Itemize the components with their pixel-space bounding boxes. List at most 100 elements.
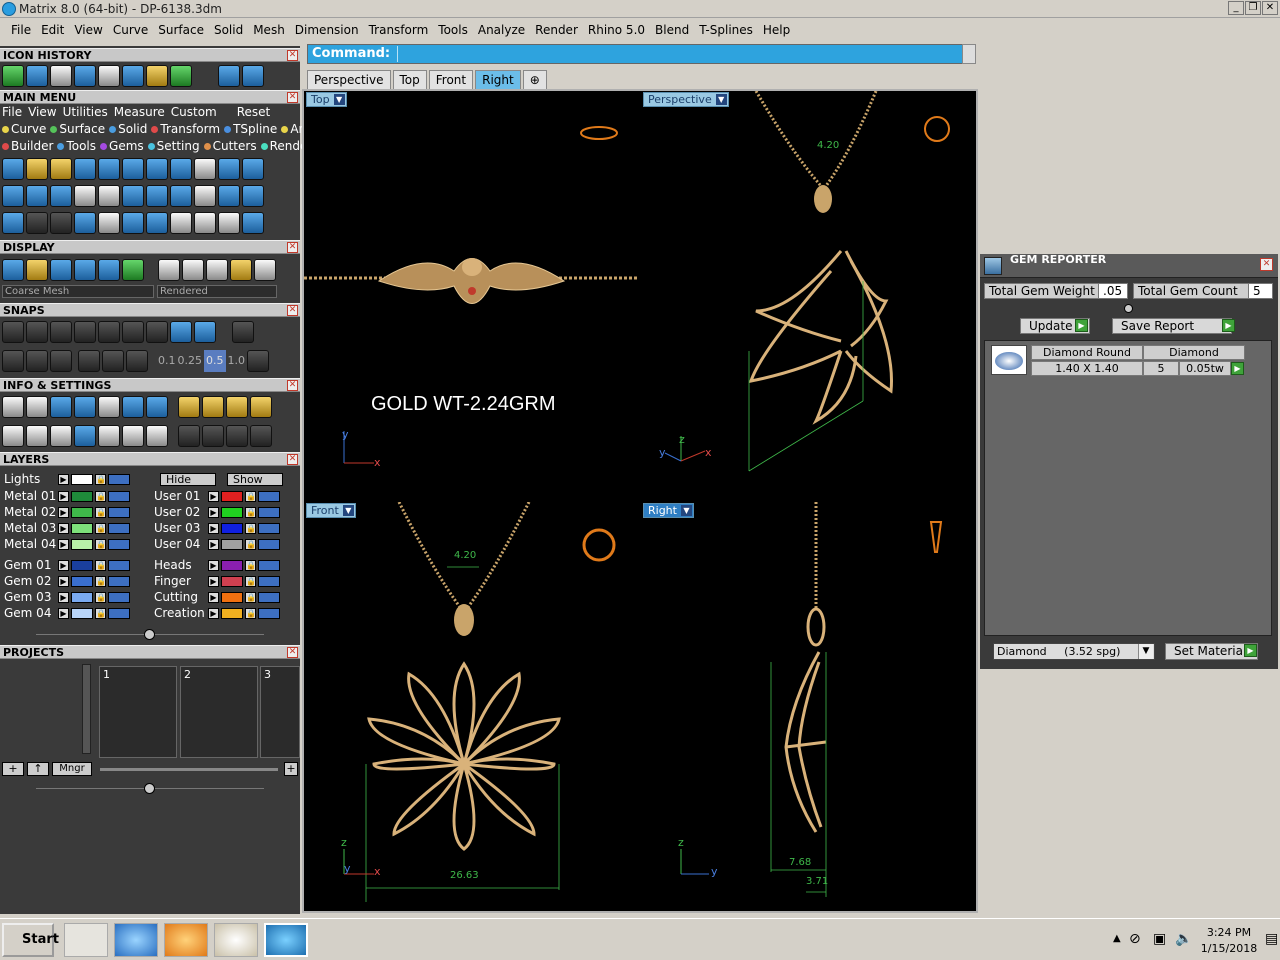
grid-icon[interactable] [2,65,24,87]
snap-icon[interactable] [78,350,100,372]
tool-icon[interactable] [218,158,240,180]
viewport-right[interactable]: Right ▼ 7.68 3.71 z y [641,502,976,911]
tool-icon[interactable] [194,185,216,207]
layer-cutting[interactable]: Cutting ▶ 🔒 [154,590,280,604]
start-button[interactable]: Start [2,923,59,957]
tool-icon[interactable] [74,185,96,207]
filter-icon[interactable] [98,425,120,447]
material-icon[interactable] [206,259,228,281]
tool-icon[interactable] [2,212,24,234]
category-transform[interactable]: Transform [151,122,220,136]
add-project-button[interactable]: + [2,762,24,776]
layer-user-03[interactable]: User 03 ▶ 🔒 [154,521,280,535]
snap-icon[interactable] [170,321,192,343]
expand-icon[interactable]: ▶ [58,522,69,534]
grid-snap-icon[interactable] [2,350,24,372]
viewport-perspective[interactable]: Perspective ▼ 4.20 z x y [641,91,976,500]
main-menu-utilities[interactable]: Utilities [63,105,108,119]
layer-color-swatch[interactable] [221,506,243,518]
visibility-toggle[interactable] [108,575,130,587]
viewport-label[interactable]: Right ▼ [643,503,694,518]
add-tab-button[interactable]: ⊕ [522,70,547,89]
info-icon[interactable] [250,425,272,447]
gem-round-thumbnail[interactable] [991,345,1027,375]
chevron-down-icon[interactable]: ▼ [715,94,727,105]
import-icon[interactable] [122,65,144,87]
viewport-label[interactable]: Front ▼ [306,503,356,518]
info-icon[interactable] [122,425,144,447]
move-icon[interactable] [98,212,120,234]
info-icon[interactable] [50,396,72,418]
matrix-app-icon[interactable] [264,923,308,957]
settings-icon[interactable] [2,396,24,418]
layer-color-swatch[interactable] [221,538,243,550]
lock-icon[interactable]: 🔒 [95,522,106,534]
info-icon[interactable] [74,425,96,447]
info-icon[interactable] [250,396,272,418]
tab-perspective[interactable]: Perspective [307,70,391,89]
maximize-button[interactable]: ❐ [1245,1,1261,15]
tool-icon[interactable] [98,158,120,180]
paint-icon[interactable] [214,923,258,957]
info-icon[interactable] [226,425,248,447]
visibility-toggle[interactable] [258,559,280,571]
axis-icon[interactable] [26,65,48,87]
snap-value-0.5[interactable]: 0.5 [204,350,226,372]
tool-icon[interactable] [122,158,144,180]
menu-analyze[interactable]: Analyze [473,23,530,37]
chevron-down-icon[interactable]: ▼ [680,505,692,516]
layer-metal-02[interactable]: Metal 02 ▶ 🔒 [4,505,130,519]
media-player-icon[interactable] [164,923,208,957]
show-desktop-icon[interactable]: ▤ [1265,931,1278,947]
layer-color-swatch[interactable] [221,591,243,603]
category-tools[interactable]: Tools [57,139,96,153]
snap-icon[interactable] [232,321,254,343]
menu-curve[interactable]: Curve [108,23,153,37]
layer-metal-01[interactable]: Metal 01 ▶ 🔒 [4,489,130,503]
lock-icon[interactable]: 🔒 [95,506,106,518]
close-icon[interactable]: ✕ [287,92,298,103]
expand-icon[interactable]: ▶ [58,473,69,485]
close-icon[interactable]: ✕ [287,380,298,391]
tool-icon[interactable] [122,185,144,207]
gem-icon[interactable] [26,185,48,207]
open-folder-icon[interactable] [146,65,168,87]
chevron-down-icon[interactable]: ▼ [1138,644,1153,659]
snap-icon[interactable] [126,350,148,372]
menu-mesh[interactable]: Mesh [248,23,290,37]
category-curve[interactable]: Curve [2,122,46,136]
tab-front[interactable]: Front [428,70,474,89]
chevron-down-icon[interactable]: ▼ [333,94,345,105]
lock-icon[interactable]: 🔒 [95,538,106,550]
material-icon[interactable] [254,259,276,281]
layer-color-swatch[interactable] [221,559,243,571]
lock-icon[interactable]: 🔒 [245,575,256,587]
info-icon[interactable] [2,425,24,447]
snap-icon[interactable] [26,350,48,372]
visibility-toggle[interactable] [108,591,130,603]
layer-metal-03[interactable]: Metal 03 ▶ 🔒 [4,521,130,535]
tool-icon[interactable] [170,212,192,234]
command-input[interactable] [396,45,957,62]
project-slot-3[interactable]: 3 [260,666,300,758]
tool-icon[interactable] [146,212,168,234]
snap-icon[interactable] [194,321,216,343]
expand-icon[interactable]: ▶ [208,490,219,502]
visibility-toggle[interactable] [258,538,280,550]
material-icon[interactable] [182,259,204,281]
expand-icon[interactable]: ▶ [208,522,219,534]
tab-right[interactable]: Right [475,70,521,89]
layer-color-swatch[interactable] [71,559,93,571]
viewport-label[interactable]: Perspective ▼ [643,92,729,107]
layer-color-swatch[interactable] [221,575,243,587]
snap-icon[interactable] [50,321,72,343]
expand-icon[interactable]: ▶ [208,591,219,603]
command-bar[interactable]: Command: [307,44,963,64]
viewport-front[interactable]: Front ▼ 4.20 26.63 z y x [304,502,639,911]
projects-slider[interactable] [100,768,278,771]
display-icon[interactable] [26,259,48,281]
tool-icon[interactable] [146,185,168,207]
visibility-toggle[interactable] [108,559,130,571]
tool-icon[interactable] [194,158,216,180]
viewport-top[interactable]: Top ▼ GOLD WT-2.24GRM y x [304,91,639,500]
